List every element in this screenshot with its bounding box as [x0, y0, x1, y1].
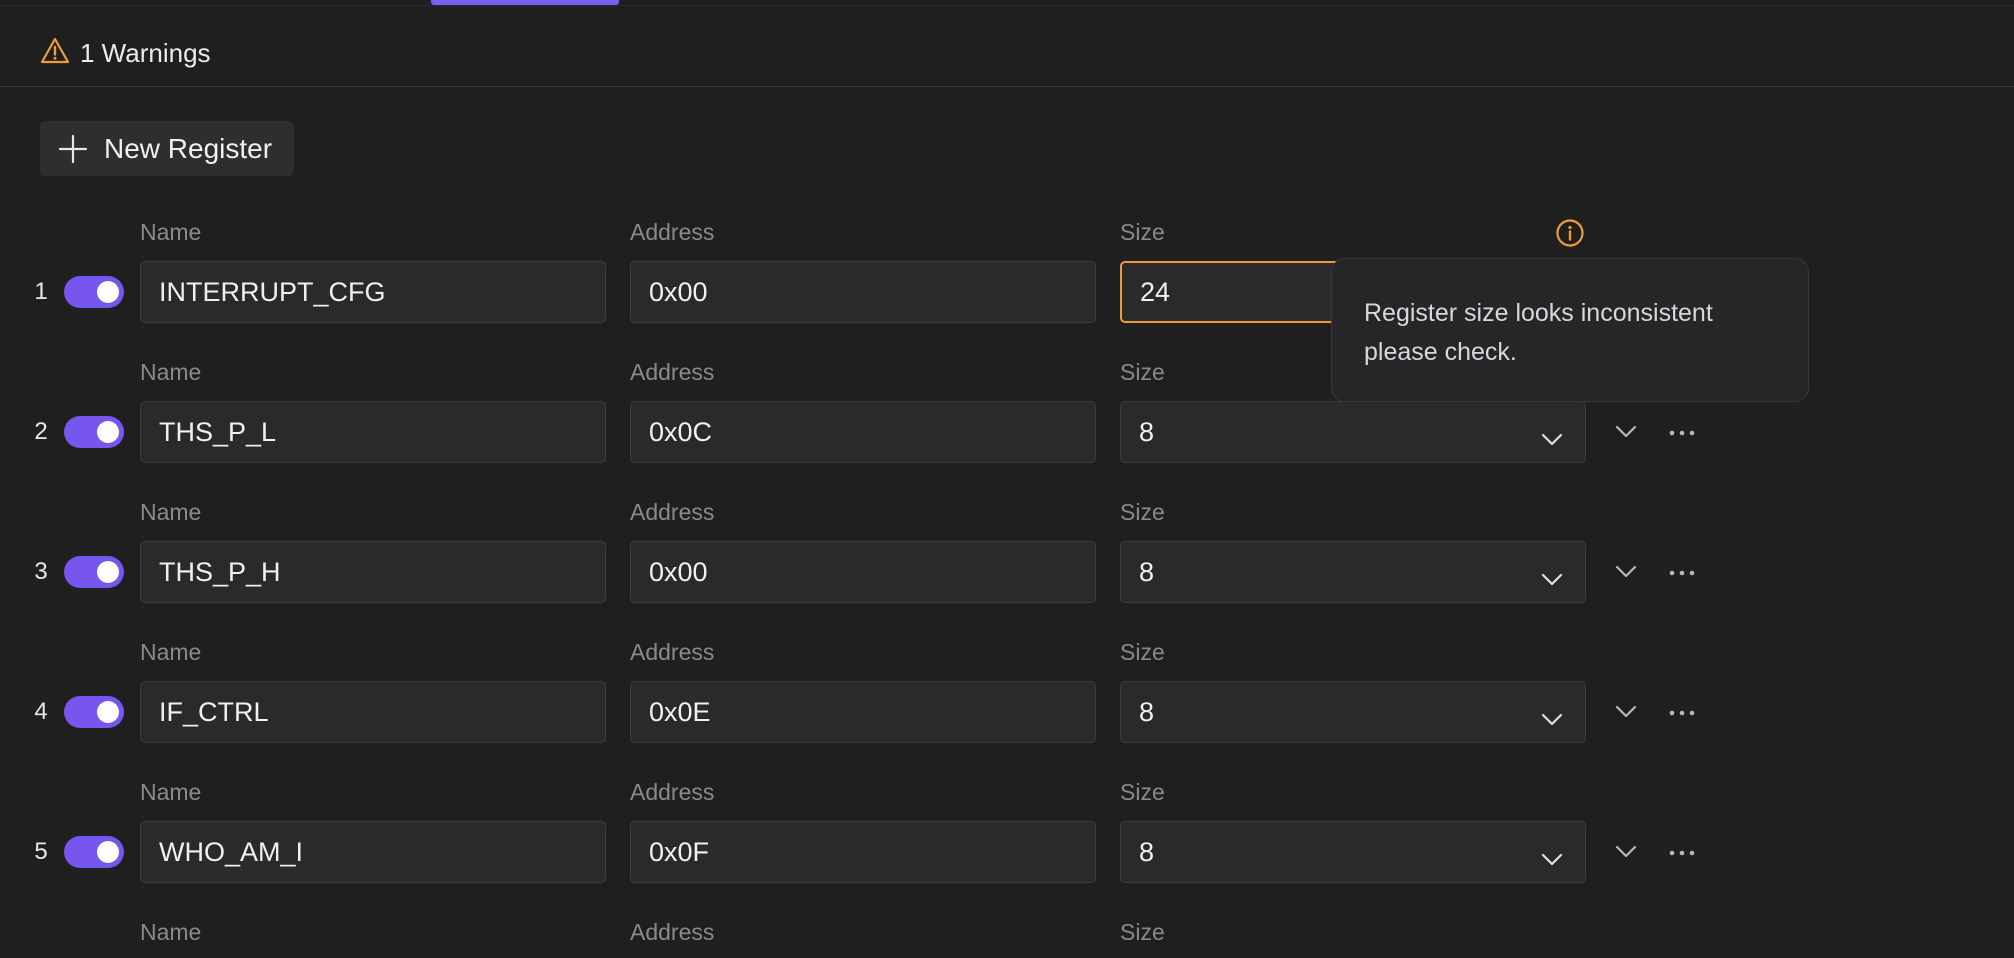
register-size-value: 8	[1139, 696, 1155, 727]
row-number: 4	[34, 698, 48, 725]
warnings-count-label: 1 Warnings	[80, 37, 211, 68]
toggle-knob	[97, 421, 119, 443]
register-size-value: 24	[1140, 276, 1171, 307]
row-number: 2	[34, 418, 48, 445]
address-field-label: Address	[630, 919, 715, 945]
name-field-label: Name	[140, 919, 202, 945]
more-horizontal-icon[interactable]	[1668, 845, 1696, 863]
toggle-knob	[97, 701, 119, 723]
address-field-label: Address	[630, 779, 715, 805]
info-icon[interactable]	[1555, 218, 1585, 253]
register-name-input[interactable]: IF_CTRL	[140, 681, 606, 743]
name-field-label: Name	[140, 219, 202, 245]
chevron-down-icon	[1541, 423, 1563, 454]
warnings-button[interactable]: 1 Warnings	[40, 30, 211, 76]
warnings-bar: 1 Warnings	[0, 6, 2014, 87]
register-address-value: 0x0C	[649, 416, 713, 447]
register-size-select[interactable]: 8	[1120, 821, 1586, 883]
more-horizontal-icon[interactable]	[1668, 565, 1696, 583]
size-field-label: Size	[1120, 359, 1165, 385]
toggle-knob	[97, 281, 119, 303]
register-enabled-toggle[interactable]	[64, 696, 124, 728]
register-address-input[interactable]: 0x0E	[630, 681, 1096, 743]
row-number: 1	[34, 278, 48, 305]
register-address-input[interactable]: 0x00	[630, 541, 1096, 603]
register-address-input[interactable]: 0x0F	[630, 821, 1096, 883]
register-address-value: 0x00	[649, 556, 708, 587]
register-address-value: 0x0F	[649, 836, 710, 867]
register-size-select[interactable]: 8	[1120, 541, 1586, 603]
register-size-value: 8	[1139, 836, 1155, 867]
register-size-select[interactable]: 8	[1120, 681, 1586, 743]
expand-chevron-icon[interactable]	[1615, 845, 1637, 864]
register-enabled-toggle[interactable]	[64, 276, 124, 308]
register-address-value: 0x0E	[649, 696, 711, 727]
register-name-input[interactable]: THS_P_L	[140, 401, 606, 463]
new-register-label: New Register	[104, 132, 273, 164]
row-number: 5	[34, 838, 48, 865]
register-size-value: 8	[1139, 416, 1155, 447]
address-field-label: Address	[630, 639, 715, 665]
size-field-label: Size	[1120, 639, 1165, 665]
register-editor: 1 Warnings New Register Name Address Siz…	[0, 0, 2014, 958]
register-address-input[interactable]: 0x00	[630, 261, 1096, 323]
toggle-knob	[97, 841, 119, 863]
new-register-button[interactable]: New Register	[40, 121, 294, 176]
expand-chevron-icon[interactable]	[1615, 425, 1637, 444]
address-field-label: Address	[630, 499, 715, 525]
row-number: 3	[34, 558, 48, 585]
size-field-label: Size	[1120, 779, 1165, 805]
size-field-label: Size	[1120, 219, 1165, 245]
address-field-label: Address	[630, 219, 715, 245]
register-name-input[interactable]: WHO_AM_I	[140, 821, 606, 883]
register-enabled-toggle[interactable]	[64, 556, 124, 588]
register-name-input[interactable]: THS_P_H	[140, 541, 606, 603]
tooltip-line-2: please check.	[1364, 338, 1517, 366]
expand-chevron-icon[interactable]	[1615, 565, 1637, 584]
more-horizontal-icon[interactable]	[1668, 425, 1696, 443]
warning-triangle-icon	[40, 36, 70, 71]
name-field-label: Name	[140, 499, 202, 525]
name-field-label: Name	[140, 779, 202, 805]
chevron-down-icon	[1541, 703, 1563, 734]
name-field-label: Name	[140, 359, 202, 385]
register-name-value: THS_P_L	[159, 416, 277, 447]
size-field-label: Size	[1120, 499, 1165, 525]
size-warning-tooltip: Register size looks inconsistent please …	[1331, 258, 1809, 402]
register-name-value: THS_P_H	[159, 556, 281, 587]
plus-icon	[58, 134, 88, 169]
register-address-input[interactable]: 0x0C	[630, 401, 1096, 463]
toggle-knob	[97, 561, 119, 583]
register-name-value: WHO_AM_I	[159, 836, 304, 867]
register-name-value: INTERRUPT_CFG	[159, 276, 386, 307]
name-field-label: Name	[140, 639, 202, 665]
chevron-down-icon	[1541, 563, 1563, 594]
tooltip-line-1: Register size looks inconsistent	[1364, 299, 1713, 327]
size-field-label: Size	[1120, 919, 1165, 945]
address-field-label: Address	[630, 359, 715, 385]
more-horizontal-icon[interactable]	[1668, 705, 1696, 723]
register-enabled-toggle[interactable]	[64, 416, 124, 448]
chevron-down-icon	[1541, 843, 1563, 874]
register-name-input[interactable]: INTERRUPT_CFG	[140, 261, 606, 323]
register-name-value: IF_CTRL	[159, 696, 269, 727]
register-size-value: 8	[1139, 556, 1155, 587]
register-address-value: 0x00	[649, 276, 708, 307]
register-size-select[interactable]: 8	[1120, 401, 1586, 463]
register-enabled-toggle[interactable]	[64, 836, 124, 868]
expand-chevron-icon[interactable]	[1615, 705, 1637, 724]
